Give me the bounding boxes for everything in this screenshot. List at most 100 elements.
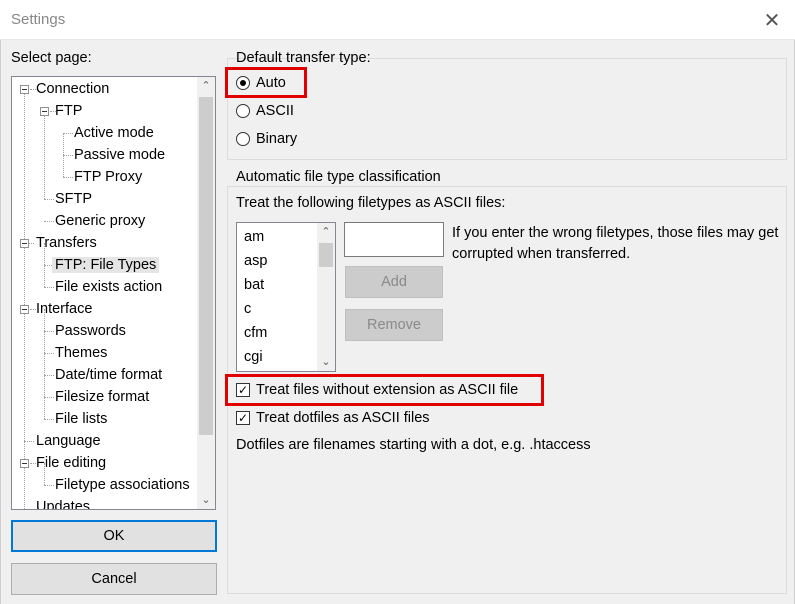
list-item[interactable]: asp <box>244 249 267 273</box>
tree-item-passwords[interactable]: Passwords <box>55 320 126 342</box>
tree-item-label: Filesize format <box>55 389 150 405</box>
filetype-hint: If you enter the wrong filetypes, those … <box>452 225 779 262</box>
tree-item-label: Updates <box>36 499 91 510</box>
cancel-button[interactable]: Cancel <box>11 563 217 595</box>
dotfiles-checkbox[interactable]: ✓ Treat dotfiles as ASCII files <box>236 407 456 429</box>
collapse-icon[interactable] <box>20 85 29 94</box>
tree-item-interface[interactable]: Interface <box>36 298 92 320</box>
window-border-left <box>0 40 1 604</box>
tree-branch <box>63 155 73 156</box>
radio-button-icon[interactable] <box>236 132 250 146</box>
tree-item-label: FTP: File Types <box>52 257 160 273</box>
scroll-down-icon[interactable]: ⌄ <box>317 353 335 371</box>
tree-branch <box>44 485 54 486</box>
highlight-box <box>225 67 307 98</box>
collapse-icon[interactable] <box>20 459 29 468</box>
radio-label: ASCII <box>256 103 294 119</box>
tree-item-ftp-proxy[interactable]: FTP Proxy <box>74 166 142 188</box>
collapse-icon[interactable] <box>40 107 49 116</box>
tree-branch <box>63 133 73 134</box>
tree-branch <box>44 287 54 288</box>
list-item[interactable]: cfm <box>244 321 267 345</box>
window-title: Settings <box>11 11 66 28</box>
tree-item-label: Passive mode <box>74 147 166 163</box>
tree-item-generic-proxy[interactable]: Generic proxy <box>55 210 145 232</box>
tree-item-updates[interactable]: Updates <box>36 496 91 510</box>
page-tree[interactable]: Connection FTP Active mode Passive mode … <box>11 76 216 510</box>
checkbox-checked-icon[interactable]: ✓ <box>236 411 250 425</box>
tree-item-active-mode[interactable]: Active mode <box>74 122 154 144</box>
list-item[interactable]: cgi <box>244 345 263 369</box>
tree-branch <box>44 221 54 222</box>
scroll-up-icon[interactable]: ⌃ <box>197 77 215 95</box>
tree-item-label: File editing <box>36 455 107 471</box>
radio-binary[interactable]: Binary <box>236 128 306 150</box>
radio-button-icon[interactable] <box>236 104 250 118</box>
tree-item-transfers[interactable]: Transfers <box>36 232 97 254</box>
tree-item-label: FTP <box>55 103 83 119</box>
select-page-label: Select page: <box>11 50 92 66</box>
list-item[interactable]: am <box>244 225 264 249</box>
tree-branch <box>44 353 54 354</box>
tree-branch <box>24 441 34 442</box>
ok-button[interactable]: OK <box>11 520 217 552</box>
tree-branch <box>63 177 73 178</box>
tree-branch <box>44 397 54 398</box>
tree-item-file-lists[interactable]: File lists <box>55 408 107 430</box>
tree-item-label: Language <box>36 433 101 449</box>
tree-item-label: File lists <box>55 411 108 427</box>
tree-branch <box>44 419 54 420</box>
list-scrollbar[interactable]: ⌃ ⌄ <box>317 223 335 371</box>
tree-item-label: Filetype associations <box>55 477 190 493</box>
filetype-input[interactable] <box>344 222 444 257</box>
tree-branch <box>44 199 54 200</box>
tree-item-label: Themes <box>55 345 108 361</box>
filetype-list[interactable]: am asp bat c cfm cgi ⌃ ⌄ <box>236 222 336 372</box>
tree-item-language[interactable]: Language <box>36 430 101 452</box>
transfer-type-title: Default transfer type: <box>236 50 371 66</box>
scrollbar-thumb[interactable] <box>199 97 213 435</box>
tree-scrollbar[interactable]: ⌃ ⌄ <box>197 77 215 509</box>
dotfiles-note: Dotfiles are filenames starting with a d… <box>236 437 591 453</box>
tree-item-ftp-file-types[interactable]: FTP: File Types <box>52 254 160 276</box>
collapse-icon[interactable] <box>20 305 29 314</box>
tree-item-themes[interactable]: Themes <box>55 342 107 364</box>
classification-title: Automatic file type classification <box>236 169 441 185</box>
tree-item-filesize-format[interactable]: Filesize format <box>55 386 149 408</box>
tree-item-label: SFTP <box>55 191 93 207</box>
tree-item-label: File exists action <box>55 279 163 295</box>
radio-ascii[interactable]: ASCII <box>236 100 306 122</box>
tree-line <box>44 111 45 199</box>
transfer-type-group <box>227 58 787 160</box>
tree-item-passive-mode[interactable]: Passive mode <box>74 144 165 166</box>
remove-button[interactable]: Remove <box>345 309 443 341</box>
scroll-down-icon[interactable]: ⌄ <box>197 491 215 509</box>
tree-item-ftp[interactable]: FTP <box>55 100 82 122</box>
list-item[interactable]: bat <box>244 273 264 297</box>
list-item[interactable]: c <box>244 297 251 321</box>
tree-item-label: Interface <box>36 301 93 317</box>
checkbox-label: Treat dotfiles as ASCII files <box>256 410 430 426</box>
tree-item-label: Passwords <box>55 323 126 339</box>
close-icon[interactable]: ✕ <box>749 0 795 40</box>
tree-item-label: Active mode <box>74 125 154 141</box>
add-button[interactable]: Add <box>345 266 443 298</box>
tree-item-label: Date/time format <box>55 367 163 383</box>
scrollbar-thumb[interactable] <box>319 243 333 267</box>
tree-item-file-exists-action[interactable]: File exists action <box>55 276 162 298</box>
tree-item-label: Generic proxy <box>55 213 146 229</box>
tree-line <box>24 89 25 509</box>
scroll-up-icon[interactable]: ⌃ <box>317 223 335 241</box>
tree-item-date-time-format[interactable]: Date/time format <box>55 364 162 386</box>
tree-line <box>44 309 45 419</box>
tree-item-label: FTP Proxy <box>74 169 143 185</box>
tree-branch <box>44 375 54 376</box>
tree-item-sftp[interactable]: SFTP <box>55 188 92 210</box>
collapse-icon[interactable] <box>20 239 29 248</box>
tree-item-filetype-associations[interactable]: Filetype associations <box>55 474 190 496</box>
tree-item-connection[interactable]: Connection <box>36 78 109 100</box>
classification-subtitle: Treat the following filetypes as ASCII f… <box>236 195 506 211</box>
highlight-box <box>225 374 544 406</box>
tree-item-file-editing[interactable]: File editing <box>36 452 106 474</box>
radio-label: Binary <box>256 131 298 147</box>
